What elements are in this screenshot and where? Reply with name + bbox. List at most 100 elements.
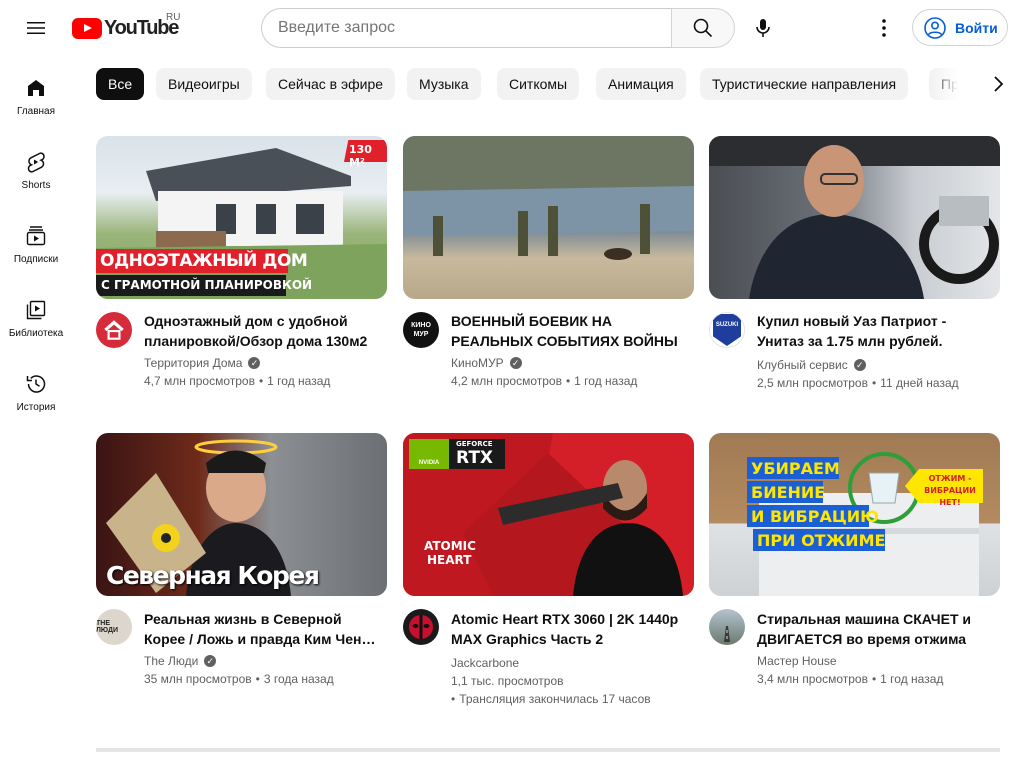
video-title[interactable]: Atomic Heart RTX 3060 | 2K 1440p MAX Gra… [451,609,686,649]
search-input[interactable] [278,19,672,37]
chip-all[interactable]: Все [96,68,145,100]
upload-age: 1 год назад [267,374,331,388]
video-thumbnail[interactable] [709,136,1000,299]
chip-travel-destinations[interactable]: Туристические направления [700,68,909,100]
thumbnail-badge: RTX [456,448,494,468]
home-icon [28,80,44,96]
thumbnail-caption-line3: И ВИБРАЦИЮ [751,507,879,526]
view-count: 1,1 тыс. просмотров [451,674,564,688]
chip-videogames[interactable]: Видеоигры [156,68,252,100]
chevron-right-icon [994,76,1004,92]
channel-avatar[interactable]: THE ЛЮДИ [96,609,132,645]
channel-name-text: Мастер House [757,654,837,668]
video-thumbnail[interactable]: NVIDIA GEFORCE RTX ATOMIC HEART [403,433,694,596]
signin-label: Войти [955,19,998,36]
signin-button[interactable]: Войти [912,9,1008,46]
sidebar-item-library[interactable]: Библиотека [4,278,68,352]
more-vert-icon [882,19,886,37]
verified-badge-icon: ✓ [204,655,217,667]
video-metadata: 35 млн просмотров • 3 года назад [144,672,334,686]
thumbnail-caption-line4: ПРИ ОТЖИМЕ [757,531,886,550]
subscriptions-icon [26,226,46,246]
channel-name[interactable]: Клубный сервис ✓ [757,358,866,372]
hamburger-icon [27,22,45,34]
thumbnail-caption-line1: ATOMIC [424,539,476,553]
video-thumbnail[interactable]: Северная Корея [96,433,387,596]
thumbnail-badge: 130 М² [349,143,372,169]
chip-more[interactable]: Пр [929,68,971,100]
channel-name[interactable]: The Люди ✓ [144,654,217,668]
chips-next-button[interactable] [978,64,1018,104]
video-title[interactable]: Реальная жизнь в Северной Корее / Ложь и… [144,609,379,649]
section-divider [96,748,1000,752]
sidebar-item-home[interactable]: Главная [4,56,68,130]
thumbnail-caption-line1: УБИРАЕМ [751,459,840,478]
library-icon [26,300,46,320]
guide-menu-button[interactable] [16,8,56,48]
video-thumbnail[interactable] [403,136,694,299]
video-title[interactable]: Стиральная машина СКАЧЕТ и ДВИГАЕТСЯ во … [757,609,992,649]
verified-badge-icon: ✓ [509,357,522,369]
upload-age: 1 год назад [880,672,944,686]
sidebar-item-history[interactable]: История [4,352,68,426]
video-metadata: 4,2 млн просмотров • 1 год назад [451,374,638,388]
thumbnail-caption-line2: HEART [427,553,472,567]
channel-avatar-text: SUZUKI [715,322,739,328]
video-title[interactable]: ВОЕННЫЙ БОЕВИК НА РЕАЛЬНЫХ СОБЫТИЯХ ВОЙН… [451,311,686,351]
video-title[interactable]: Купил новый Уаз Патриот - Унитаз за 1.75… [757,311,992,351]
sidebar-item-shorts[interactable]: Shorts [4,130,68,204]
youtube-play-icon [72,17,102,39]
chip-live[interactable]: Сейчас в эфире [266,68,396,100]
channel-name-text: Jackcarbone [451,656,520,670]
video-metadata: 4,7 млн просмотров • 1 год назад [144,374,331,388]
channel-name[interactable]: Мастер House [757,654,837,668]
channel-name[interactable]: Территория Дома ✓ [144,356,261,370]
upload-age: 11 дней назад [880,376,959,390]
channel-avatar[interactable] [403,609,439,645]
chip-sitcoms[interactable]: Ситкомы [497,68,580,100]
sidebar-item-label: Библиотека [8,328,64,339]
video-metadata: 2,5 млн просмотров • 11 дней назад [757,376,959,390]
channel-name[interactable]: КиноМУР ✓ [451,356,522,370]
thumbnail-badge: ОТЖИМ - ВИБРАЦИИ НЕТ! [924,474,976,507]
settings-menu-button[interactable] [864,8,904,48]
upload-age: Трансляция закончилась 17 часов [459,692,651,706]
house-logo-icon [104,320,124,340]
channel-avatar-text: THE ЛЮДИ [96,620,118,634]
channel-avatar[interactable] [96,312,132,348]
voice-search-button[interactable] [743,8,783,48]
search-icon [693,18,713,38]
thumbnail-caption-line1: ОДНОЭТАЖНЫЙ ДОМ [100,251,308,271]
chip-music[interactable]: Музыка [407,68,481,100]
channel-avatar[interactable] [709,609,745,645]
history-icon [26,375,46,393]
view-count: 3,4 млн просмотров [757,672,868,686]
thumbnail-badge-small: GEFORCE [456,440,493,448]
channel-name-text: Территория Дома [144,356,243,370]
channel-avatar-text: КИНО МУР [411,322,431,338]
thumbnail-caption-line2: БИЕНИЕ [751,483,826,502]
region-code: RU [166,12,181,23]
verified-badge-icon: ✓ [248,357,261,369]
video-metadata: 3,4 млн просмотров • 1 год назад [757,672,944,686]
road-logo-icon [724,626,730,642]
channel-name[interactable]: Jackcarbone [451,656,519,670]
shorts-icon [27,152,45,173]
channel-name-text: The Люди [144,654,199,668]
chip-animation[interactable]: Анимация [596,68,686,100]
microphone-icon [756,19,770,37]
view-count: 2,5 млн просмотров [757,376,868,390]
sidebar-item-subscriptions[interactable]: Подписки [4,204,68,278]
channel-name-text: Клубный сервис [757,358,848,372]
masthead: YouTube RU Войти [0,0,1024,56]
video-title[interactable]: Одноэтажный дом с удобной планировкой/Об… [144,311,379,351]
video-thumbnail[interactable]: УБИРАЕМ БИЕНИЕ И ВИБРАЦИЮ ПРИ ОТЖИМЕ ОТЖ… [709,433,1000,596]
search-button[interactable] [671,8,735,48]
youtube-logo[interactable]: YouTube [72,16,179,40]
video-thumbnail[interactable]: 130 М² ОДНОЭТАЖНЫЙ ДОМ С ГРАМОТНОЙ ПЛАНИ… [96,136,387,299]
thumbnail-caption: Северная Корея [106,561,320,590]
channel-avatar[interactable]: SUZUKI [709,312,745,348]
thumbnail-caption-line2: С ГРАМОТНОЙ ПЛАНИРОВКОЙ [101,278,313,292]
channel-avatar[interactable]: КИНО МУР [403,312,439,348]
sidebar-item-label: История [16,402,56,413]
